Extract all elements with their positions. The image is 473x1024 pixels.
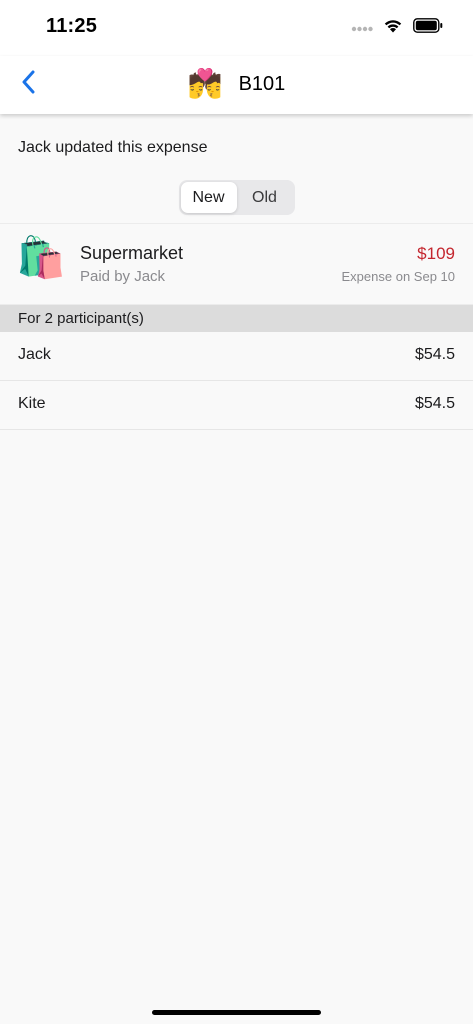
shopping-bags-icon: 🛍️ bbox=[16, 236, 66, 280]
participants-header: For 2 participant(s) bbox=[0, 305, 473, 332]
wifi-icon bbox=[383, 18, 403, 38]
expense-date: Expense on Sep 10 bbox=[341, 269, 455, 284]
version-segmented-control: New Old bbox=[178, 180, 295, 215]
group-emoji-icon: 💏 bbox=[187, 68, 223, 99]
segment-new[interactable]: New bbox=[180, 182, 237, 213]
status-bar: 11:25 bbox=[0, 0, 473, 56]
update-note: Jack updated this expense bbox=[18, 139, 208, 156]
expense-payer: Paid by Jack bbox=[80, 268, 166, 285]
expense-summary: 🛍️ Supermarket Paid by Jack $109 Expense… bbox=[0, 224, 473, 305]
participant-amount: $54.5 bbox=[414, 395, 455, 412]
participant-amount: $54.5 bbox=[414, 346, 455, 363]
expense-amount: $109 bbox=[417, 244, 455, 263]
nav-title-group: 💏 B101 bbox=[0, 66, 473, 102]
nav-bar: 💏 B101 bbox=[0, 56, 473, 114]
version-segment-wrap: New Old bbox=[0, 171, 473, 224]
participant-row: Kite $54.5 bbox=[0, 381, 473, 430]
expense-name: Supermarket bbox=[80, 243, 184, 263]
segment-old[interactable]: Old bbox=[237, 182, 293, 213]
participant-row: Jack $54.5 bbox=[0, 332, 473, 381]
battery-icon bbox=[413, 18, 443, 38]
cellular-signal-icon bbox=[351, 19, 373, 37]
home-indicator[interactable] bbox=[152, 1010, 321, 1015]
page-title: B101 bbox=[238, 72, 286, 95]
participant-name: Jack bbox=[18, 346, 51, 363]
participant-name: Kite bbox=[18, 395, 46, 412]
status-time: 11:25 bbox=[46, 15, 98, 37]
status-icons bbox=[351, 18, 443, 38]
main-content: Jack updated this expense New Old 🛍️ Sup… bbox=[0, 114, 473, 430]
